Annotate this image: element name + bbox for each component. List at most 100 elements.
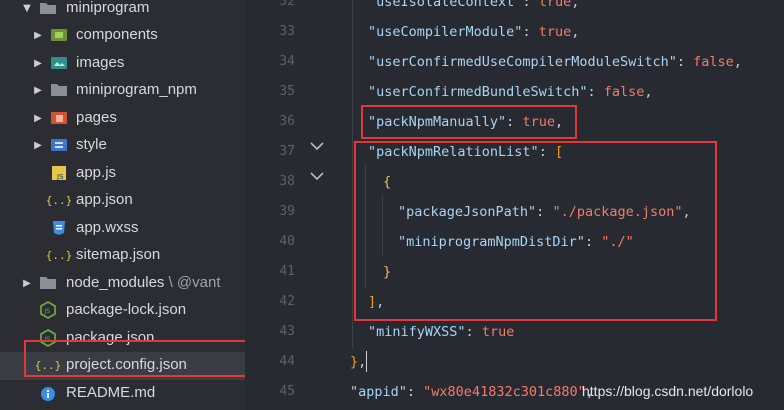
tree-file-readme-md[interactable]: README.md <box>0 380 245 408</box>
chevron-right-icon[interactable]: ▶ <box>33 141 43 151</box>
css-file-icon <box>50 219 68 237</box>
line-number: 41 <box>279 264 295 279</box>
tree-label: pages <box>76 108 117 126</box>
line-number: 37 <box>279 144 295 159</box>
code-line-45: "appid": "wx80e41832c301c880", <box>350 377 594 407</box>
watermark-text: https://blog.csdn.net/dorlolo <box>582 383 754 399</box>
code-line-44: }, <box>350 347 366 377</box>
json-file-icon: {..} <box>45 248 73 262</box>
chevron-right-icon[interactable]: ▶ <box>33 86 43 96</box>
tree-label: app.json <box>76 191 133 208</box>
json-key: "minifyWXSS" <box>368 324 466 340</box>
json-value: false <box>693 54 734 70</box>
pages-folder-icon <box>50 109 68 127</box>
info-icon <box>39 385 57 403</box>
code-line-32: "useIsolateContext": true, <box>368 0 579 17</box>
json-key: "userConfirmedUseCompilerModuleSwitch" <box>368 54 677 70</box>
line-number: 45 <box>279 384 295 399</box>
chevron-right-icon[interactable]: ▶ <box>22 278 32 289</box>
tree-folder-node-modules[interactable]: ▶ node_modules \ @vant <box>0 270 245 298</box>
tree-label: package-lock.json <box>66 301 187 318</box>
line-number: 39 <box>279 204 295 219</box>
fold-chevron-down-icon[interactable] <box>310 169 324 185</box>
nodejs-file-icon: JS <box>39 301 57 319</box>
indent-guide <box>352 0 353 348</box>
line-number: 34 <box>279 54 295 69</box>
json-colon: : <box>406 384 424 400</box>
json-colon: : <box>522 24 539 40</box>
line-number: 33 <box>279 24 295 39</box>
tree-label-suffix: \ @vant <box>164 273 221 291</box>
tree-folder-miniprogram-npm[interactable]: ▶ miniprogram_npm <box>0 77 245 105</box>
tree-folder-miniprogram[interactable]: ▼ miniprogram <box>0 0 245 23</box>
tree-label: miniprogram <box>66 0 150 16</box>
tree-label: style <box>76 136 107 153</box>
tree-label: README.md <box>66 383 156 401</box>
json-colon: : <box>587 84 604 100</box>
tree-file-app-json[interactable]: {..} app.json <box>0 187 245 215</box>
tree-file-app-wxss[interactable]: app.wxss <box>0 215 245 243</box>
folder-icon <box>50 81 68 99</box>
tree-file-package-lock-json[interactable]: JS package-lock.json <box>0 297 245 325</box>
svg-text:JS: JS <box>44 308 51 315</box>
json-value: false <box>603 84 645 100</box>
json-comma: , <box>571 0 580 10</box>
json-colon: : <box>465 324 482 340</box>
chevron-right-icon[interactable]: ▶ <box>33 58 43 69</box>
folder-icon <box>39 274 57 292</box>
chevron-down-icon[interactable]: ▼ <box>22 4 32 14</box>
line-number: 42 <box>279 294 295 309</box>
tree-label: components <box>76 26 158 43</box>
line-number: 36 <box>279 114 295 129</box>
json-brace: } <box>350 354 359 370</box>
json-colon: : <box>522 0 539 10</box>
line-number: 38 <box>279 174 295 189</box>
highlight-pack-npm-manually <box>361 105 577 139</box>
code-line-33: "useCompilerModule": true, <box>368 17 579 47</box>
json-value: true <box>538 24 572 40</box>
file-explorer: ▼ miniprogram ▶ components ▶ images ▶ mi… <box>0 0 245 410</box>
chevron-right-icon[interactable]: ▶ <box>33 31 43 41</box>
fold-chevron-down-icon[interactable] <box>310 139 324 155</box>
folder-open-icon <box>39 0 57 17</box>
line-number: 44 <box>279 354 295 369</box>
json-value: true <box>481 324 515 340</box>
style-folder-icon <box>50 136 68 154</box>
chevron-right-icon[interactable]: ▶ <box>33 113 43 124</box>
javascript-file-icon: JS <box>50 164 68 182</box>
json-comma: , <box>733 54 742 70</box>
code-line-34: "userConfirmedUseCompilerModuleSwitch": … <box>368 47 742 77</box>
tree-folder-images[interactable]: ▶ images <box>0 50 245 78</box>
line-number: 43 <box>279 324 295 339</box>
components-folder-icon <box>50 26 68 44</box>
tree-file-sitemap-json[interactable]: {..} sitemap.json <box>0 242 245 270</box>
tree-label: node_modules \ @vant <box>66 273 221 291</box>
json-value: true <box>538 0 572 10</box>
text-cursor <box>366 351 367 372</box>
tree-folder-components[interactable]: ▶ components <box>0 22 245 50</box>
tree-folder-pages[interactable]: ▶ pages <box>0 105 245 133</box>
svg-text:JS: JS <box>56 173 64 181</box>
json-key: "appid" <box>350 384 407 400</box>
tree-file-app-js[interactable]: JS app.js <box>0 160 245 188</box>
line-number: 35 <box>279 84 295 99</box>
code-line-35: "userConfirmedBundleSwitch": false, <box>368 77 653 107</box>
tree-label: app.js <box>76 163 117 181</box>
json-key: "useIsolateContext" <box>368 0 523 10</box>
json-colon: : <box>676 54 694 70</box>
tree-folder-style[interactable]: ▶ style <box>0 132 245 160</box>
code-line-43: "minifyWXSS": true <box>368 317 514 347</box>
json-value: "wx80e41832c301c880" <box>423 384 586 400</box>
tree-label: app.wxss <box>76 218 139 236</box>
tree-label: miniprogram_npm <box>76 81 197 98</box>
json-key: "useCompilerModule" <box>368 24 523 40</box>
highlight-project-config <box>24 340 245 377</box>
json-key: "userConfirmedBundleSwitch" <box>368 84 588 100</box>
tree-label: images <box>76 53 125 71</box>
json-comma: , <box>644 84 653 100</box>
line-number: 32 <box>279 0 295 9</box>
json-file-icon: {..} <box>45 193 73 207</box>
line-number: 40 <box>279 234 295 249</box>
images-folder-icon <box>50 54 68 72</box>
highlight-pack-npm-relation-list <box>354 141 717 321</box>
